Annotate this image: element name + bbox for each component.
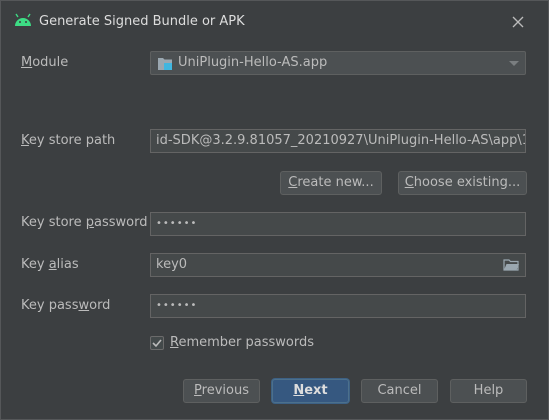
key-store-password-input[interactable]: •••••• [150, 212, 526, 236]
key-alias-input[interactable]: key0 [150, 253, 526, 277]
checkmark-icon [152, 339, 162, 348]
help-button[interactable]: Help [450, 379, 527, 403]
cancel-button[interactable]: Cancel [361, 379, 438, 403]
key-password-label: Key password [21, 298, 111, 313]
create-new-button[interactable]: Create new... [280, 171, 382, 195]
window-title: Generate Signed Bundle or APK [39, 14, 245, 29]
key-alias-value: key0 [156, 257, 188, 272]
choose-existing-button[interactable]: Choose existing... [398, 171, 527, 195]
remember-passwords-checkbox[interactable] [150, 336, 164, 350]
key-store-path-input[interactable]: id-SDK@3.2.9.81057_20210927\UniPlugin-He… [150, 129, 526, 153]
close-icon[interactable] [508, 12, 528, 32]
module-dropdown[interactable]: UniPlugin-Hello-AS.app [150, 51, 526, 75]
key-store-path-label: Key store path [21, 133, 116, 148]
android-icon [15, 13, 31, 26]
module-folder-icon [158, 58, 172, 70]
next-button[interactable]: Next [272, 379, 349, 403]
module-selected-value: UniPlugin-Hello-AS.app [178, 55, 328, 70]
title-bar: Generate Signed Bundle or APK [1, 1, 548, 43]
remember-passwords-label[interactable]: Remember passwords [170, 335, 314, 350]
generate-signed-bundle-dialog: Generate Signed Bundle or APK Module Uni… [0, 0, 549, 420]
folder-icon[interactable] [503, 258, 519, 272]
key-store-password-label: Key store password [21, 215, 148, 230]
previous-button[interactable]: Previous [183, 379, 260, 403]
module-label: Module [21, 55, 69, 70]
chevron-down-icon [509, 61, 519, 66]
key-alias-label: Key alias [21, 257, 79, 272]
key-password-input[interactable]: •••••• [150, 294, 526, 318]
